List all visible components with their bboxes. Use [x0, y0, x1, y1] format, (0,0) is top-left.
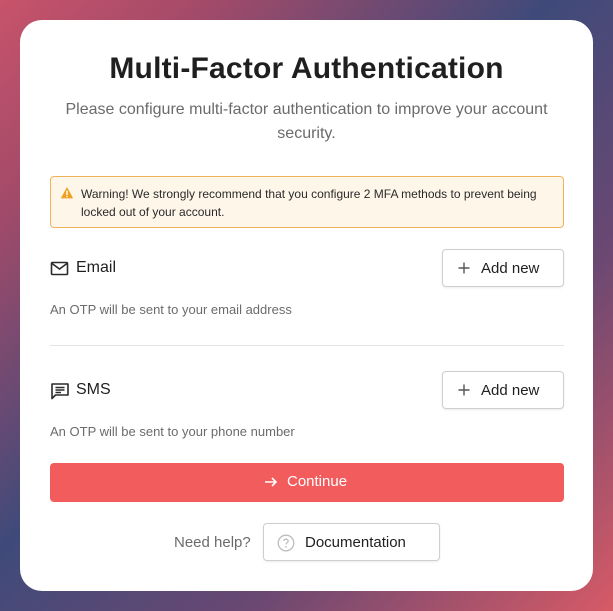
- dialog-title: Multi-Factor Authentication: [109, 52, 504, 85]
- mfa-dialog: Multi-Factor Authentication Please confi…: [20, 20, 593, 591]
- method-email-label: Email: [76, 259, 117, 276]
- method-email: Email Add new: [50, 249, 564, 289]
- arrow-right-icon: [265, 477, 278, 487]
- add-email-button[interactable]: Add new: [442, 249, 564, 287]
- documentation-button-label: Documentation: [305, 534, 406, 551]
- add-sms-button-label: Add new: [481, 382, 540, 399]
- warning-icon: [60, 187, 74, 199]
- method-sms-label: SMS: [76, 381, 111, 398]
- plus-icon: [458, 262, 470, 274]
- help-circle-icon: [277, 534, 295, 552]
- continue-button[interactable]: Continue: [50, 463, 564, 502]
- plus-icon: [458, 384, 470, 396]
- documentation-button[interactable]: Documentation: [263, 523, 440, 561]
- dialog-subtitle: Please configure multi-factor authentica…: [65, 101, 548, 142]
- add-email-button-label: Add new: [481, 260, 540, 277]
- message-icon: [51, 383, 69, 400]
- help-text: Need help?: [174, 534, 251, 551]
- method-sms-description: An OTP will be sent to your phone number: [50, 424, 295, 439]
- divider: [50, 345, 564, 346]
- method-email-description: An OTP will be sent to your email addres…: [50, 302, 292, 317]
- warning-banner: Warning! We strongly recommend that you …: [50, 176, 564, 228]
- warning-text: Warning! We strongly recommend that you …: [81, 187, 537, 219]
- method-sms: SMS Add new: [50, 371, 564, 411]
- mail-icon: [50, 261, 69, 276]
- add-sms-button[interactable]: Add new: [442, 371, 564, 409]
- continue-button-label: Continue: [287, 473, 348, 490]
